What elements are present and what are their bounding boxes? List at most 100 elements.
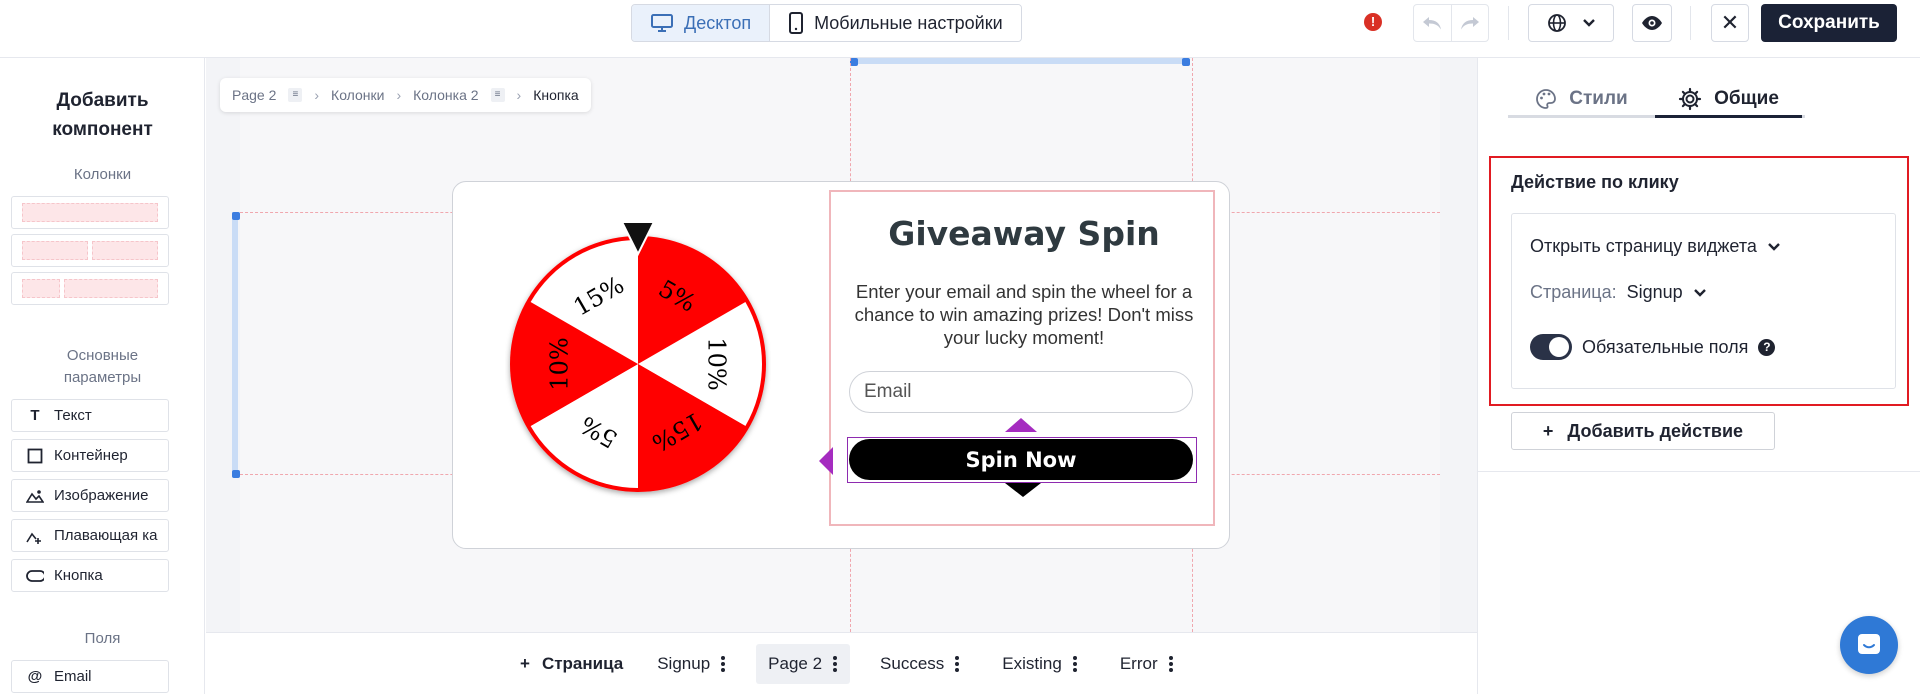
page-tab-error[interactable]: Error xyxy=(1108,644,1186,684)
close-button[interactable]: ✕ xyxy=(1711,4,1749,42)
spin-button-selection: Spin Now xyxy=(847,437,1197,483)
column-layout-3[interactable] xyxy=(11,272,169,305)
component-image[interactable]: Изображение xyxy=(11,479,169,512)
target-page-label: Страница: xyxy=(1530,282,1617,302)
component-button[interactable]: Кнопка xyxy=(11,559,169,592)
move-up-arrow-icon[interactable] xyxy=(1005,418,1037,432)
support-chat-button[interactable] xyxy=(1840,616,1898,674)
more-vertical-icon[interactable] xyxy=(832,655,838,672)
required-fields-row: Обязательные поля ? xyxy=(1530,334,1776,360)
tab-styles[interactable]: Стили xyxy=(1508,82,1655,115)
redo-button[interactable] xyxy=(1452,5,1489,41)
more-vertical-icon[interactable] xyxy=(720,655,726,672)
mobile-settings-label: Мобильные настройки xyxy=(814,12,1003,33)
divider xyxy=(1508,6,1509,40)
widget-title[interactable]: Giveaway Spin xyxy=(831,214,1217,253)
sidebar-title: Добавить компонент xyxy=(52,90,153,140)
click-action-section: Действие по клику Открыть страницу видже… xyxy=(1489,156,1909,406)
move-left-arrow-icon[interactable] xyxy=(819,447,833,475)
page-tab-signup[interactable]: Signup xyxy=(645,644,738,684)
page-tab-page-2[interactable]: Page 2 xyxy=(756,643,851,684)
page-tab-label: Signup xyxy=(657,653,711,673)
save-button[interactable]: Сохранить xyxy=(1761,4,1897,42)
resize-handle[interactable] xyxy=(850,58,858,66)
target-page-select[interactable]: Signup xyxy=(1627,282,1707,303)
breadcrumb-item[interactable]: Колонка 2 xyxy=(413,87,478,103)
mobile-icon xyxy=(788,12,804,34)
page-tab-label: Success xyxy=(880,653,945,673)
column-layout-2[interactable] xyxy=(11,234,169,267)
component-label: Кнопка xyxy=(54,567,103,584)
preview-button[interactable] xyxy=(1632,4,1672,42)
plus-icon: + xyxy=(520,653,530,673)
page-tab-existing[interactable]: Existing xyxy=(990,644,1090,684)
tab-general[interactable]: Общие xyxy=(1655,82,1802,118)
page-tab-success[interactable]: Success xyxy=(868,644,972,684)
column-layout-1[interactable] xyxy=(11,196,169,229)
plus-icon: + xyxy=(1542,420,1554,441)
prize-wheel[interactable]: 5% 10% 15% 5% 10% 15% xyxy=(505,218,771,498)
selection-bar-top xyxy=(850,58,1186,64)
chat-icon xyxy=(1858,634,1880,654)
wheel-segment-label: 10% xyxy=(546,337,574,390)
add-page-button[interactable]: + Страница xyxy=(520,644,645,684)
close-icon: ✕ xyxy=(1720,10,1740,35)
target-page-row: Страница: Signup xyxy=(1530,282,1707,303)
add-action-label: Добавить действие xyxy=(1567,420,1744,441)
move-down-arrow-icon[interactable] xyxy=(1005,483,1041,497)
spin-now-button[interactable]: Spin Now xyxy=(849,439,1193,480)
floating-icon xyxy=(26,528,44,544)
component-container[interactable]: Контейнер xyxy=(11,439,169,472)
prize-wheel-svg: 5%10%15%5%10%15% xyxy=(510,221,766,492)
add-action-button[interactable]: + Добавить действие xyxy=(1511,412,1775,450)
component-label: Контейнер xyxy=(54,447,128,464)
breadcrumb-item[interactable]: Page 2 xyxy=(232,87,276,103)
component-label: Плавающая ка xyxy=(54,527,158,544)
more-vertical-icon[interactable] xyxy=(1168,655,1174,672)
page-tab-label: Existing xyxy=(1002,653,1062,673)
undo-button[interactable] xyxy=(1414,5,1452,41)
undo-redo-group xyxy=(1413,4,1489,42)
required-fields-toggle[interactable] xyxy=(1530,334,1572,360)
columns-section-title: Колонки xyxy=(73,166,132,183)
page-tab-label: Page 2 xyxy=(768,653,823,673)
resize-handle[interactable] xyxy=(232,470,240,478)
eye-icon xyxy=(1642,16,1662,30)
component-label: Текст xyxy=(54,407,92,424)
device-switch: Десктоп Мобильные настройки xyxy=(631,4,1022,42)
field-email[interactable]: @ Email xyxy=(11,660,169,693)
component-floating[interactable]: Плавающая ка xyxy=(11,519,169,552)
email-input[interactable]: Email xyxy=(849,371,1193,413)
top-toolbar: Десктоп Мобильные настройки ! ✕ Сохранит… xyxy=(0,0,1920,58)
text-icon: T xyxy=(30,407,40,424)
desktop-mode-button[interactable]: Десктоп xyxy=(632,5,771,41)
image-icon xyxy=(26,488,44,504)
widget-preview[interactable]: 5% 10% 15% 5% 10% 15% Giveaway Spin Enter you… xyxy=(452,181,1230,549)
language-select[interactable] xyxy=(1528,4,1614,42)
click-action-title: Действие по клику xyxy=(1511,172,1679,192)
column-icon: ≡ xyxy=(490,88,505,102)
page-tab-label: Error xyxy=(1119,653,1158,673)
resize-handle[interactable] xyxy=(1182,58,1190,66)
component-sidebar: Добавить компонент Колонки Основные пара… xyxy=(0,58,205,694)
more-vertical-icon[interactable] xyxy=(954,655,960,672)
redo-icon xyxy=(1460,17,1479,30)
align-icon: ≡ xyxy=(288,88,303,102)
action-type-select[interactable]: Открыть страницу виджета xyxy=(1530,236,1781,257)
help-icon[interactable]: ? xyxy=(1758,338,1776,356)
component-text[interactable]: T Текст xyxy=(11,399,169,432)
editor-canvas[interactable]: Page 2 ≡ › Колонки › Колонка 2 ≡ › Кнопк… xyxy=(206,58,1477,632)
resize-handle[interactable] xyxy=(232,212,240,220)
more-vertical-icon[interactable] xyxy=(1072,655,1078,672)
column-2[interactable]: Giveaway Spin Enter your email and spin … xyxy=(819,190,1217,526)
tab-label: Стили xyxy=(1569,87,1628,109)
breadcrumb-item[interactable]: Колонки xyxy=(331,87,384,103)
widget-description[interactable]: Enter your email and spin the wheel for … xyxy=(847,280,1201,349)
desktop-icon xyxy=(650,13,674,33)
wheel-segment-label: 10% xyxy=(702,337,730,390)
error-alert-icon[interactable]: ! xyxy=(1364,13,1382,31)
divider xyxy=(1478,471,1920,472)
mobile-settings-button[interactable]: Мобильные настройки xyxy=(770,5,1021,41)
field-label: Email xyxy=(54,668,92,685)
click-action-card: Открыть страницу виджета Страница: Signu… xyxy=(1511,213,1896,389)
